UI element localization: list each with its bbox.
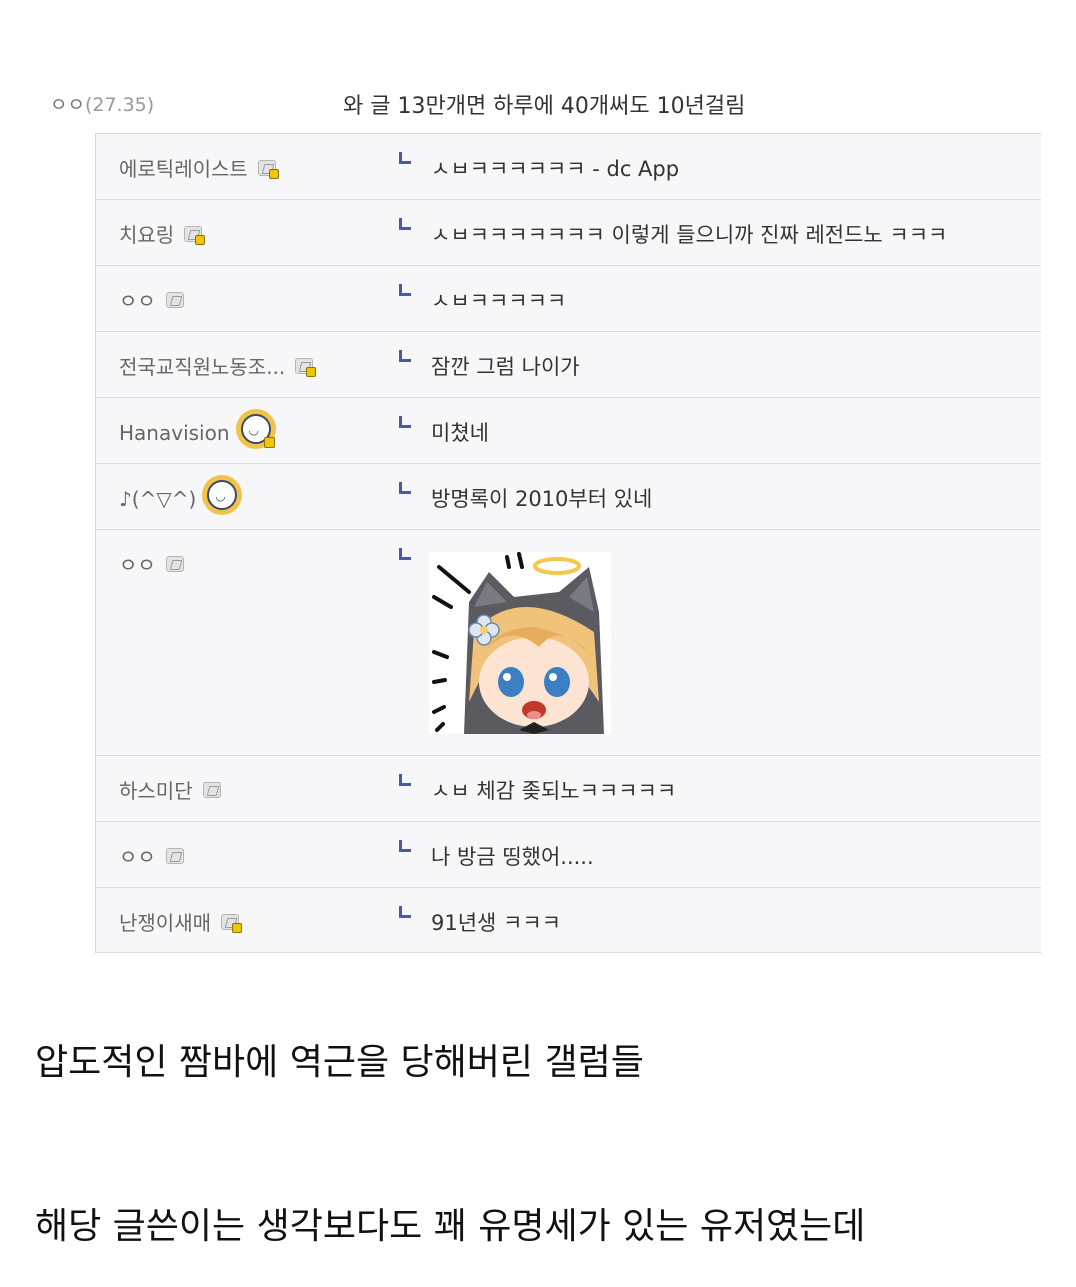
fixed-gallog-icon[interactable]	[221, 913, 242, 933]
comment-nickname: ㅇㅇ	[50, 94, 85, 116]
reply-row: 치요링 ㅅㅂㅋㅋㅋㅋㅋㅋㅋ 이렇게 들으니까 진짜 레전드노 ㅋㅋㅋ	[96, 199, 1041, 265]
reply-text: ㅅㅂㅋㅋㅋㅋㅋ	[431, 289, 567, 313]
reply-author[interactable]: 치요링	[119, 219, 206, 248]
dccon-sticker-image[interactable]	[429, 552, 611, 734]
reply-text: 잠깐 그럼 나이가	[431, 355, 580, 379]
reply-author[interactable]: ㅇㅇ	[119, 841, 184, 870]
fixed-gallog-icon[interactable]	[184, 225, 206, 245]
reply-row: ㅇㅇ ㅅㅂㅋㅋㅋㅋㅋ	[96, 265, 1041, 331]
reply-text: ㅅㅂ 체감 좆되노ㅋㅋㅋㅋㅋ	[431, 779, 677, 803]
gallog-icon[interactable]	[165, 291, 184, 308]
reply-arrow-icon	[399, 416, 411, 428]
reply-row: Hanavision 미쳤네	[96, 397, 1041, 463]
reply-text: 91년생 ㅋㅋㅋ	[431, 911, 561, 935]
avatar-icon[interactable]	[235, 409, 276, 449]
reply-row: 하스미단 ㅅㅂ 체감 좆되노ㅋㅋㅋㅋㅋ	[96, 755, 1041, 821]
reply-nickname: ㅇㅇ	[119, 845, 156, 869]
reply-author[interactable]: ♪(^▽^)	[119, 475, 243, 515]
reply-author[interactable]: 에로틱레이스트	[119, 153, 279, 182]
reply-row: 전국교직원노동조... 잠깐 그럼 나이가	[96, 331, 1041, 397]
reply-nickname: ㅇㅇ	[119, 289, 156, 313]
reply-text: 방명록이 2010부터 있네	[431, 487, 653, 511]
reply-arrow-icon	[399, 774, 411, 786]
body-paragraph: 압도적인 짬바에 역근을 당해버린 갤럼들	[35, 1042, 644, 1083]
reply-nickname: ♪(^▽^)	[119, 487, 197, 511]
reply-author[interactable]: ㅇㅇ	[119, 549, 184, 578]
reply-row: ㅇㅇ 나 방금 띵했어.....	[96, 821, 1041, 887]
reply-arrow-icon	[399, 284, 411, 296]
fixed-gallog-icon[interactable]	[295, 357, 317, 377]
reply-nickname: Hanavision	[119, 421, 230, 445]
reply-nickname: ㅇㅇ	[119, 553, 156, 577]
reply-author[interactable]: 난쟁이새매	[119, 907, 242, 936]
reply-arrow-icon	[399, 906, 411, 918]
avatar-icon[interactable]	[202, 475, 243, 515]
comment-row: ㅇㅇ(27.35) 와 글 13만개면 하루에 40개써도 10년걸림	[0, 82, 1076, 124]
reply-arrow-icon	[399, 152, 411, 164]
reply-text: ㅅㅂㅋㅋㅋㅋㅋㅋ - dc App	[431, 157, 680, 181]
gallog-icon[interactable]	[202, 781, 221, 798]
post-page: ㅇㅇ(27.35) 와 글 13만개면 하루에 40개써도 10년걸림 에로틱레…	[0, 0, 1076, 1287]
reply-text: ㅅㅂㅋㅋㅋㅋㅋㅋㅋ 이렇게 들으니까 진짜 레전드노 ㅋㅋㅋ	[431, 223, 948, 247]
reply-text: 미쳤네	[431, 421, 489, 445]
reply-arrow-icon	[399, 482, 411, 494]
reply-nickname: 에로틱레이스트	[119, 157, 248, 181]
reply-arrow-icon	[399, 218, 411, 230]
reply-text: 나 방금 띵했어.....	[431, 845, 594, 869]
comment-ip: (27.35)	[84, 94, 155, 116]
reply-author[interactable]: ㅇㅇ	[119, 285, 184, 314]
reply-arrow-icon	[399, 840, 411, 852]
reply-author[interactable]: 하스미단	[119, 775, 221, 804]
body-paragraph: 해당 글쓴이는 생각보다도 꽤 유명세가 있는 유저였는데	[35, 1206, 866, 1247]
reply-list: 에로틱레이스트 ㅅㅂㅋㅋㅋㅋㅋㅋ - dc App 치요링 ㅅㅂㅋㅋㅋㅋㅋㅋㅋ …	[95, 133, 1041, 953]
reply-nickname: 전국교직원노동조...	[119, 355, 286, 379]
fixed-badge-icon	[263, 437, 275, 448]
reply-nickname: 치요링	[119, 223, 175, 247]
gallog-icon[interactable]	[165, 847, 184, 864]
reply-nickname: 하스미단	[119, 779, 193, 803]
reply-author[interactable]: 전국교직원노동조...	[119, 351, 317, 380]
comment-text: 와 글 13만개면 하루에 40개써도 10년걸림	[343, 94, 746, 119]
reply-row: 에로틱레이스트 ㅅㅂㅋㅋㅋㅋㅋㅋ - dc App	[96, 133, 1041, 199]
comment-author[interactable]: ㅇㅇ(27.35)	[50, 90, 154, 117]
reply-nickname: 난쟁이새매	[119, 911, 211, 935]
reply-row: ♪(^▽^) 방명록이 2010부터 있네	[96, 463, 1041, 529]
reply-row: 난쟁이새매 91년생 ㅋㅋㅋ	[96, 887, 1041, 953]
reply-arrow-icon	[399, 548, 411, 560]
reply-arrow-icon	[399, 350, 411, 362]
reply-row: ㅇㅇ	[96, 529, 1041, 755]
gallog-icon[interactable]	[165, 555, 184, 572]
fixed-gallog-icon[interactable]	[257, 159, 279, 179]
sticker-drawing	[429, 552, 611, 734]
reply-author[interactable]: Hanavision	[119, 409, 276, 449]
